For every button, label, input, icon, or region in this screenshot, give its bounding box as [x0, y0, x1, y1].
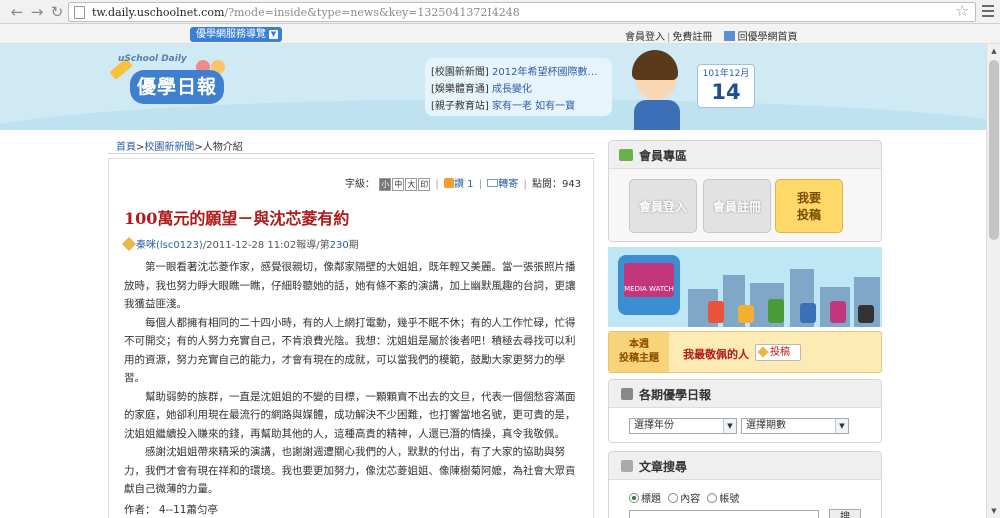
- tv-character-figure: [858, 305, 874, 323]
- like-count: 1: [467, 179, 474, 190]
- click-count: 943: [562, 179, 582, 190]
- member-area-panel: 會員專區 會員登入 會員註冊 我要 投稿: [608, 140, 882, 242]
- theme-label: 本週 投稿主題: [609, 332, 669, 372]
- mascot-boy-illustration: [628, 48, 690, 130]
- article-paragraph: 每個人都擁有相同的二十四小時，有的人上網打電動，幾乎不眠不休；有的人工作忙碌，忙…: [124, 316, 576, 385]
- scroll-up-arrow-icon[interactable]: ▲: [987, 44, 1000, 58]
- free-signup-link[interactable]: 免費註冊: [672, 32, 712, 43]
- address-bar[interactable]: tw.daily.uschoolnet.com/?mode=inside&typ…: [68, 2, 976, 22]
- browser-toolbar: ← → ↻ tw.daily.uschoolnet.com/?mode=insi…: [0, 0, 1000, 24]
- breadcrumb-current: 人物介紹: [202, 142, 243, 153]
- font-large-button[interactable]: 大: [405, 178, 418, 191]
- breadcrumb: 首頁>校園新新聞>人物介紹: [116, 142, 243, 153]
- font-small-button[interactable]: 小: [379, 178, 392, 191]
- home-icon: [723, 31, 735, 41]
- panel-header: 文章搜尋: [609, 452, 881, 480]
- scroll-down-arrow-icon[interactable]: ▼: [987, 504, 1000, 518]
- reload-icon[interactable]: ↻: [48, 3, 66, 21]
- media-watch-banner[interactable]: MEDIA WATCH: [608, 247, 882, 327]
- calendar-month: 101年12月: [702, 69, 750, 79]
- site-header: uSchool Daily 優學日報 [校園新新聞] 2012年希望杯國際數… …: [0, 44, 1000, 130]
- contribute-button[interactable]: 我要 投稿: [775, 179, 843, 233]
- print-button[interactable]: 印: [418, 178, 431, 191]
- site-logo[interactable]: uSchool Daily 優學日報: [109, 52, 230, 108]
- search-doc-icon: [621, 460, 633, 472]
- search-scope-options: 標題 內容 帳號: [629, 490, 739, 505]
- article-title: 100萬元的願望－與沈芯菱有約: [124, 209, 350, 228]
- tv-character-figure: [768, 299, 784, 323]
- font-medium-button[interactable]: 中: [392, 178, 405, 191]
- banner-text: MEDIA WATCH: [624, 263, 674, 297]
- tv-character-figure: [830, 301, 846, 323]
- bookmark-star-icon[interactable]: ☆: [955, 2, 969, 20]
- like-button[interactable]: 讚: [454, 179, 464, 190]
- issue-link[interactable]: 230: [330, 240, 349, 251]
- divider: [108, 153, 594, 154]
- calendar-day: 14: [711, 80, 741, 104]
- tv-character-figure: [800, 303, 816, 323]
- member-login-button[interactable]: 會員登入: [629, 179, 697, 233]
- chevron-down-icon: ▼: [835, 419, 848, 433]
- article-search-panel: 文章搜尋 標題 內容 帳號 搜: [608, 451, 882, 518]
- news-item[interactable]: [校園新新聞] 2012年希望杯國際數…: [431, 64, 612, 81]
- top-utility-bar: 優學網服務導覽 ▼ 會員登入 | 免費註冊 回優學網首頁: [0, 24, 1000, 44]
- date-calendar: 101年12月 14: [697, 64, 755, 108]
- radio-title[interactable]: [629, 493, 639, 503]
- panel-header: 會員專區: [609, 141, 881, 169]
- search-input[interactable]: [629, 510, 819, 518]
- browser-menu-icon[interactable]: [982, 5, 994, 19]
- click-count-label: 點閱：: [532, 179, 562, 190]
- theme-submit-button[interactable]: 投稿: [755, 344, 801, 361]
- weekly-theme-box: 本週 投稿主題 我最敬佩的人 投稿: [608, 331, 882, 373]
- news-item[interactable]: [娛樂體育通] 成長變化: [431, 81, 612, 98]
- url-text: tw.daily.uschoolnet.com/?mode=inside&typ…: [92, 6, 520, 19]
- dropdown-arrow-icon: ▼: [269, 30, 278, 39]
- article-author: 作者： 4--11蕭匀亭: [124, 504, 218, 516]
- tv-character-figure: [708, 301, 724, 323]
- breadcrumb-home[interactable]: 首頁: [116, 142, 136, 153]
- pencil-icon: [757, 346, 769, 358]
- news-item[interactable]: [親子教育站] 家有一老 如有一寶: [431, 98, 612, 115]
- archive-icon: [621, 388, 633, 400]
- article-byline: 秦咪(lsc0123)/2011-12-28 11:02報導/第230期: [121, 236, 359, 252]
- panel-header: 各期優學日報: [609, 380, 881, 408]
- forward-arrow-icon[interactable]: →: [28, 3, 46, 21]
- back-home-link[interactable]: 回優學網首頁: [738, 32, 798, 43]
- forward-link[interactable]: 轉寄: [498, 179, 518, 190]
- page-icon: [74, 6, 85, 19]
- theme-title: 我最敬佩的人: [683, 348, 749, 361]
- thumbs-up-icon[interactable]: [443, 178, 454, 188]
- select-issue-dropdown[interactable]: 選擇期數 ▼: [741, 418, 849, 434]
- envelope-icon[interactable]: [487, 179, 499, 187]
- member-register-button[interactable]: 會員註冊: [703, 179, 771, 233]
- back-arrow-icon[interactable]: ←: [8, 3, 26, 21]
- article-toolbar: 字級： 小中大印 | 讚 1 | 轉寄 | 點閱：943: [345, 178, 582, 191]
- services-guide-button[interactable]: 優學網服務導覽 ▼: [190, 27, 282, 42]
- top-links: 會員登入 | 免費註冊 回優學網首頁: [625, 31, 798, 43]
- chevron-down-icon: ▼: [723, 419, 736, 433]
- header-news-box: [校園新新聞] 2012年希望杯國際數… [娛樂體育通] 成長變化 [親子教育站…: [425, 58, 612, 116]
- page-scrollbar[interactable]: ▲ ▼: [986, 44, 1000, 518]
- radio-account[interactable]: [707, 493, 718, 503]
- radio-content[interactable]: [668, 493, 679, 503]
- archive-panel: 各期優學日報 選擇年份 ▼ 選擇期數 ▼: [608, 379, 882, 443]
- tv-character-figure: [738, 305, 754, 323]
- breadcrumb-section[interactable]: 校園新新聞: [144, 142, 194, 153]
- select-year-dropdown[interactable]: 選擇年份 ▼: [629, 418, 737, 434]
- search-button[interactable]: 搜: [829, 509, 861, 518]
- article-paragraph: 感謝沈姐姐帶來精采的演講，也謝謝週遭關心我們的人，默默的付出，有了大家的協助與努…: [124, 446, 576, 495]
- article-paragraph: 第一眼看著沈芯菱作家，感覺很親切，像鄰家隔壁的大姐姐，既年輕又美麗。當一張張照片…: [124, 261, 576, 310]
- author-link[interactable]: 秦咪(lsc0123): [136, 240, 203, 251]
- scroll-thumb[interactable]: [989, 60, 999, 240]
- tv-icon: MEDIA WATCH: [618, 255, 680, 315]
- members-icon: [619, 149, 633, 161]
- article-body: 第一眼看著沈芯菱作家，感覺很親切，像鄰家隔壁的大姐姐，既年輕又美麗。當一張張照片…: [124, 258, 576, 499]
- article-paragraph: 幫助弱勢的族群，一直是沈姐姐的不變的目標，一顆顆賣不出去的文旦，代表一個個愁容滿…: [124, 390, 576, 440]
- member-login-link[interactable]: 會員登入: [625, 32, 665, 43]
- pencil-icon: [121, 236, 137, 252]
